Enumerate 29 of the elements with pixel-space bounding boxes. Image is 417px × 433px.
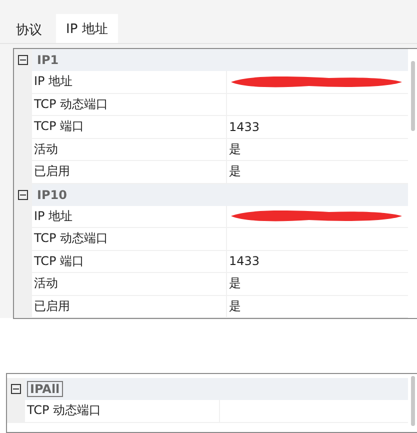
group-title: IPAll [27,381,63,397]
property-name[interactable]: 活动 [32,138,227,161]
property-name[interactable]: TCP 动态端口 [32,94,227,116]
property-value[interactable]: 是 [227,138,408,161]
group-header[interactable]: IPAll [7,378,408,400]
property-name[interactable]: TCP 端口 [32,116,227,138]
property-name[interactable]: TCP 动态端口 [32,228,227,250]
property-name[interactable]: IP 地址 [32,71,227,94]
row-gutter [7,400,25,422]
group-title: IP1 [36,52,60,68]
group-header[interactable]: IP10 [14,184,408,206]
collapse-icon[interactable] [18,55,28,65]
tab[interactable]: 协议 [6,17,52,43]
property-value[interactable] [227,206,408,228]
group-title: IP10 [36,186,68,202]
property-name[interactable]: 已启用 [32,161,227,184]
scrollbar-thumb[interactable] [411,376,415,426]
property-name[interactable]: 活动 [32,273,227,296]
property-name[interactable]: 已启用 [32,296,227,318]
property-value[interactable]: 1433 [227,250,408,273]
tab[interactable]: IP 地址 [56,14,118,43]
collapse-icon[interactable] [18,190,28,200]
property-name[interactable]: TCP 端口 [32,250,227,273]
property-value[interactable]: 是 [227,296,408,318]
collapse-icon[interactable] [11,384,21,394]
group-header[interactable]: IP1 [14,49,408,71]
property-name[interactable]: IP 地址 [32,206,227,228]
scrollbar-thumb[interactable] [411,61,415,131]
property-name[interactable]: TCP 动态端口 [25,400,220,422]
